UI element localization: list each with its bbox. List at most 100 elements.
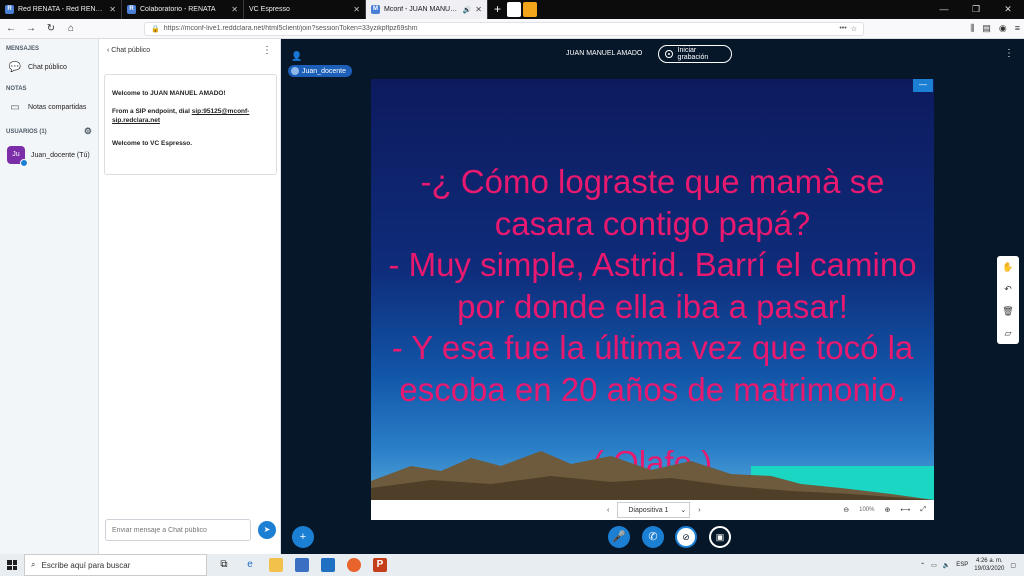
home-icon[interactable]: ⌂ (64, 22, 78, 36)
webcam-button[interactable]: ⊘ (675, 526, 697, 548)
hand-tool-icon[interactable]: ✋ (1002, 262, 1013, 273)
trash-icon[interactable]: 🗑 (1002, 306, 1013, 317)
notifications-icon[interactable]: ▢ (1010, 562, 1016, 569)
library-icon[interactable]: ⫼ (970, 23, 974, 34)
speaker-icon[interactable]: 🔊 (463, 6, 472, 14)
record-icon (665, 50, 673, 58)
start-recording-button[interactable]: Iniciar grabación (658, 45, 732, 63)
users-count-label: USUARIOS (1) (6, 128, 47, 135)
slide-select-dropdown[interactable]: Diapositiva 1 ⌄ (617, 502, 691, 518)
phone-audio-button[interactable]: ✆ (642, 526, 664, 548)
clock-date: 19/03/2020 (974, 566, 1005, 572)
sidebar-item-shared-notes[interactable]: ▭ Notas compartidas (0, 96, 98, 119)
search-icon: ⌕ (31, 560, 36, 569)
browser-tab[interactable]: R Red RENATA - Red RENATA Red ✕ (0, 0, 122, 19)
url-bar[interactable]: 🔒 https://mconf-live1.reddclara.net/html… (144, 21, 864, 36)
gear-icon[interactable]: ⚙ (84, 126, 92, 137)
extension-pinned-icon[interactable] (523, 2, 537, 17)
chat-panel: ‹ Chat público ⋮ Welcome to JUAN MANUEL … (99, 39, 281, 554)
actions-plus-button[interactable]: + (292, 526, 314, 548)
browser-tab-active[interactable]: M Mconf - JUAN MANUEL AMADO 🔊 ✕ (366, 0, 488, 19)
menu-icon[interactable]: ≡ (1015, 23, 1020, 34)
slide-line: escoba en 20 años de matrimonio. (399, 370, 906, 408)
presenter-name: Juan_docente (302, 67, 346, 75)
system-tray: ⌃ ▭ 🔈 ESP 4:26 a. m. 19/03/2020 ▢ (920, 557, 1024, 573)
close-window-button[interactable]: ✕ (992, 0, 1024, 19)
avatar-initials: Ju (12, 151, 20, 158)
minimize-window-button[interactable]: — (928, 0, 960, 19)
previous-slide-icon[interactable]: ‹ (607, 507, 609, 514)
sidebar-item-label: Notas compartidas (28, 104, 87, 111)
mail-icon[interactable] (321, 558, 335, 572)
sidebar-item-public-chat[interactable]: 💬 Chat público (0, 56, 98, 79)
slide-line: - Y esa fue la última vez que tocó la (391, 329, 914, 366)
bookmark-star-icon[interactable]: ☆ (851, 25, 857, 33)
zoom-in-icon[interactable]: ⊕ (884, 506, 890, 514)
tray-chevron-up-icon[interactable]: ⌃ (920, 562, 925, 569)
welcome-line: Welcome to VC Espresso. (112, 140, 193, 147)
back-arrow-icon[interactable]: ← (4, 22, 18, 36)
user-icon[interactable]: 👤 (291, 51, 302, 62)
meeting-title: JUAN MANUEL AMADO (566, 50, 643, 57)
chat-header: ‹ Chat público ⋮ (99, 39, 280, 62)
multi-user-whiteboard-icon[interactable]: ▱ (1005, 328, 1012, 339)
presentation-slide: — -¿ Cómo lograste que mamà se casara co… (371, 79, 934, 500)
fullscreen-icon[interactable]: ⤢ (920, 506, 926, 514)
account-icon[interactable]: ◉ (999, 23, 1007, 34)
store-icon[interactable] (295, 558, 309, 572)
reload-icon[interactable]: ↻ (44, 22, 58, 36)
welcome-line: Welcome to JUAN MANUEL AMADO! (112, 90, 226, 97)
clock[interactable]: 4:26 a. m. 19/03/2020 (974, 557, 1004, 573)
network-icon[interactable]: ▭ (931, 562, 937, 569)
forward-arrow-icon[interactable]: → (24, 22, 38, 36)
volume-icon[interactable]: 🔈 (943, 562, 950, 569)
powerpoint-icon[interactable]: P (373, 558, 387, 572)
taskbar-search-box[interactable]: ⌕ Escribe aquí para buscar (24, 554, 207, 576)
next-slide-icon[interactable]: › (698, 507, 700, 514)
sidebar-icon[interactable]: ▤ (982, 23, 991, 34)
whiteboard-toolbar: ✋ ↶ 🗑 ▱ (997, 256, 1019, 344)
windows-logo-icon (7, 560, 17, 570)
search-placeholder: Escribe aquí para buscar (41, 560, 131, 570)
sip-text: From a SIP endpoint, dial (112, 108, 190, 115)
language-indicator[interactable]: ESP (956, 562, 968, 568)
minimize-presentation-button[interactable]: — (913, 79, 933, 92)
file-explorer-icon[interactable] (269, 558, 283, 572)
microphone-button[interactable]: 🎤 (608, 526, 630, 548)
firefox-pinned-icon[interactable] (507, 2, 521, 17)
tab-label: Colaboratorio - RENATA (140, 6, 216, 13)
kebab-menu-icon[interactable]: ⋮ (1004, 48, 1014, 59)
chat-message-input[interactable] (105, 519, 251, 541)
firefox-icon[interactable] (347, 558, 361, 572)
screen-share-button[interactable]: ▣ (709, 526, 731, 548)
new-tab-button[interactable]: + (488, 0, 507, 19)
url-text[interactable]: https://mconf-live1.reddclara.net/html5c… (164, 25, 836, 32)
close-icon[interactable]: ✕ (475, 5, 482, 14)
edge-icon[interactable]: e (243, 558, 257, 572)
more-actions-icon[interactable]: ••• (839, 25, 846, 32)
browser-tab[interactable]: VC Espresso ✕ (244, 0, 366, 19)
start-button[interactable] (0, 554, 24, 576)
user-list-panel: MENSAJES 💬 Chat público NOTAS ▭ Notas co… (0, 39, 99, 554)
kebab-menu-icon[interactable]: ⋮ (262, 45, 272, 56)
slide-line: por donde ella iba a pasar! (457, 287, 848, 325)
undo-icon[interactable]: ↶ (1004, 284, 1012, 295)
zoom-out-icon[interactable]: ⊖ (843, 506, 849, 514)
task-view-icon[interactable]: ⧉ (217, 558, 231, 572)
user-list-item[interactable]: Ju Juan_docente (Tú) (0, 141, 98, 169)
send-message-button[interactable]: ➤ (258, 521, 276, 539)
maximize-window-button[interactable]: ❐ (960, 0, 992, 19)
close-icon[interactable]: ✕ (231, 5, 238, 14)
presentation-stage: 👤 JUAN MANUEL AMADO Iniciar grabación ⋮ … (281, 39, 1024, 554)
close-icon[interactable]: ✕ (353, 5, 360, 14)
slide-controls-bar: ‹ Diapositiva 1 ⌄ › ⊖ 100% ⊕ ⟷ ⤢ (371, 500, 934, 520)
chat-title[interactable]: Chat público (111, 47, 150, 54)
fit-width-icon[interactable]: ⟷ (900, 506, 910, 514)
user-name: Juan_docente (Tú) (31, 151, 90, 159)
close-icon[interactable]: ✕ (109, 5, 116, 14)
browser-tab[interactable]: R Colaboratorio - RENATA ✕ (122, 0, 244, 19)
tab-label: VC Espresso (249, 6, 290, 13)
sip-line: From a SIP endpoint, dial sip:95125@mcon… (112, 107, 269, 125)
slide-line: casara contigo papá? (494, 204, 811, 242)
tab-label: Red RENATA - Red RENATA Red (18, 6, 106, 13)
